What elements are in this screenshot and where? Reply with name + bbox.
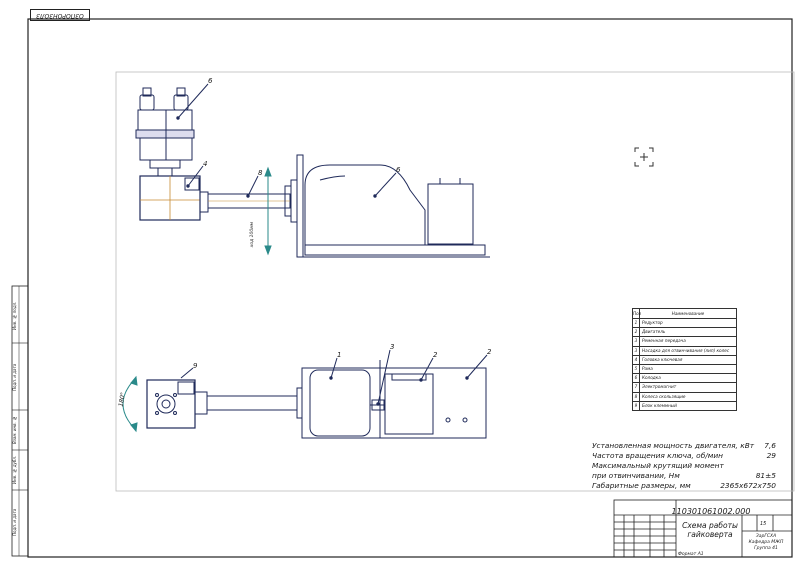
note-row: Максимальный крутящий момент — [592, 461, 776, 471]
spec-row-name: Электромагнит — [642, 384, 677, 390]
top-corner-stamp: ОЗПОРОНЗОЛЗ — [30, 9, 90, 21]
spec-row: 5 Рама — [633, 364, 736, 375]
note-row: при отвинчивании, Нм 81±5 — [592, 471, 776, 481]
spec-row-name: Рама — [642, 365, 653, 371]
strip-label: Инв. № подл. — [12, 301, 17, 331]
spec-row-name: Колеса скользящие — [642, 393, 686, 399]
spec-row: 9 Блок клеммный — [633, 401, 736, 411]
spec-row-num: 3 — [633, 337, 640, 346]
callout-1-reducer: 1 — [337, 351, 342, 359]
spec-header-name: Наименование — [671, 311, 705, 316]
document-code: 110301061002.000 — [671, 507, 751, 516]
spec-row-num: 4 — [633, 355, 640, 364]
spec-row: 2 Двигатель — [633, 328, 736, 338]
spec-row-name: Головка ключевая — [642, 356, 683, 362]
spec-row: 6 Колодка — [633, 374, 736, 384]
plan-view-assembly — [122, 349, 488, 439]
spec-row-name: Редуктор — [642, 320, 663, 325]
callout-9-gearhead: 9 — [193, 362, 198, 370]
spec-row-name: Ременная передача — [642, 338, 686, 344]
org-line3: Группа 41 — [754, 546, 778, 551]
side-view-assembly — [135, 83, 490, 258]
callout-3-belt: 3 — [390, 343, 395, 351]
spec-row-num: 6 — [633, 374, 640, 383]
callout-2-frame: 2 — [487, 348, 492, 356]
drawing-title-line1: Схема работы — [682, 521, 738, 530]
callout-6-housing: 6 — [396, 166, 401, 174]
lift-dimension-label: ход 100мм — [250, 222, 255, 248]
left-margin-strip: Инв. № подл. Подп. и дата Взам. инв. № И… — [12, 286, 26, 558]
callout-8-shaft: 8 — [258, 169, 263, 177]
spec-row: 3 Ременная передача — [633, 337, 736, 347]
strip-label: Взам. инв. № — [12, 416, 17, 444]
spec-row: 4 Головка ключевая — [633, 355, 736, 365]
spec-row-num: 2 — [633, 328, 640, 337]
note-row: Частота вращения ключа, об/мин 29 — [592, 451, 776, 461]
note-label: при отвинчивании, Нм — [592, 471, 680, 480]
technical-characteristics: Установленная мощность двигателя, кВт 7,6… — [592, 441, 776, 491]
sheet-number: 15 — [760, 521, 767, 527]
note-value: 7,6 — [764, 441, 776, 450]
spec-row-num: 5 — [633, 364, 640, 374]
spec-row: 1 Редуктор — [633, 319, 736, 329]
note-value: 81±5 — [755, 471, 776, 480]
note-label: Установленная мощность двигателя, кВт — [592, 441, 755, 450]
spec-row: 7 Электромагнит — [633, 383, 736, 393]
note-value: 2365х672х750 — [720, 481, 776, 490]
note-label: Частота вращения ключа, об/мин — [592, 451, 723, 460]
spec-row: 3 Насадка для отвинчивания (лип) колес — [633, 346, 736, 356]
strip-label: Инв. № дубл. — [12, 455, 17, 485]
spec-row-num: 7 — [633, 383, 640, 392]
strip-label: Подп. и дата — [12, 508, 17, 536]
spec-row-num: 8 — [633, 392, 640, 401]
spec-header-num: Поз — [633, 309, 641, 318]
note-value: 29 — [766, 451, 776, 460]
spec-row-num: 9 — [633, 401, 640, 410]
spec-row-name: Колодка — [642, 375, 661, 381]
spec-row-name: Блок клеммный — [642, 402, 677, 408]
spec-row: 8 Колеса скользящие — [633, 392, 736, 402]
callout-4-gearbox: 4 — [203, 160, 208, 168]
spec-row-num: 3 — [633, 346, 640, 355]
format-label: Формат А1 — [678, 552, 704, 557]
organization-block: ЗарГСХА Кафедра МЖП Группа 41 — [740, 534, 792, 552]
spec-row-name: Насадка для отвинчивания (лип) колес — [642, 347, 730, 353]
drawing-title-line2: гайковерта — [687, 530, 733, 539]
note-label: Максимальный крутящий момент — [592, 461, 724, 470]
note-row: Габаритные размеры, мм 2365х672х750 — [592, 481, 776, 491]
callout-2-motor: 2 — [433, 351, 438, 359]
note-row: Установленная мощность двигателя, кВт 7,6 — [592, 441, 776, 451]
drawing-title: Схема работы гайковерта — [682, 521, 738, 539]
spec-row-num: 1 — [633, 319, 640, 328]
crosshair-cursor-icon[interactable] — [634, 147, 654, 167]
specification-table: Поз Наименование 1 Редуктор 2 Двигатель 3Р… — [632, 308, 737, 411]
drawing-area-border — [115, 71, 795, 492]
note-label: Габаритные размеры, мм — [592, 481, 691, 490]
spec-row-name: Двигатель — [642, 329, 666, 335]
spec-table-header: Поз Наименование — [633, 308, 736, 319]
callout-6-cylinder: 6 — [208, 77, 213, 85]
strip-label: Подп. и дата — [12, 363, 17, 391]
